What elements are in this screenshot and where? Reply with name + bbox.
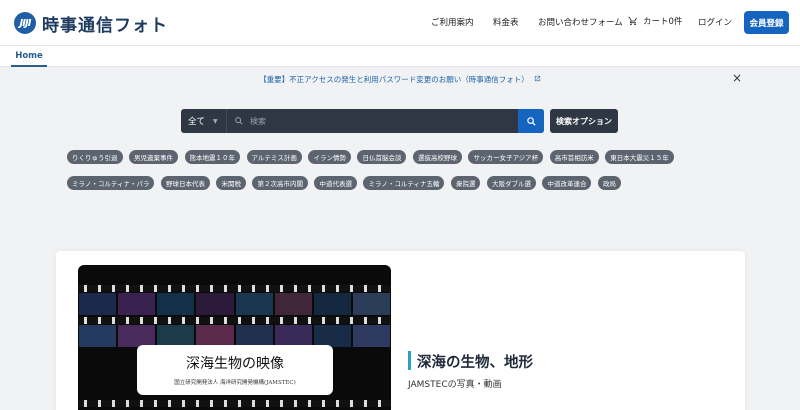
tag-row: ミラノ・コルティナ・パラ 野球日本代表 米関税 第２次高市内閣 中道代表選 ミラ… [67,176,737,190]
close-icon[interactable]: × [731,72,743,84]
top-header: JIJI 時事通信フォト ご利用案内 料金表 お問い合わせフォーム カート0件 … [0,0,800,46]
image-subtitle: 国立研究開発法人 海洋研究開発機構(JAMSTEC) [174,380,296,386]
tag-chip[interactable]: 中道改革連合 [542,176,592,190]
feature-card[interactable]: 深海生物の映像 国立研究開発法人 海洋研究開発機構(JAMSTEC) 深海の生物… [56,251,745,410]
tag-chip[interactable]: 中道代表選 [314,176,357,190]
login-link[interactable]: ログイン [698,16,732,28]
search-icon [235,117,243,125]
jiji-logo-icon: JIJI [14,12,36,34]
film-frames [78,293,391,315]
search-scope-value: 全て [188,117,206,127]
cart-link[interactable]: カート0件 [628,15,682,27]
signup-button[interactable]: 会員登録 [744,11,789,34]
site-logo[interactable]: JIJI 時事通信フォト [14,10,168,36]
search-bar: 全て ▼ [181,109,544,133]
film-strip [78,317,391,324]
search-field[interactable] [228,109,518,133]
tag-chip[interactable]: 野球日本代表 [160,176,210,190]
film-strip [78,285,391,292]
nav-guide-link[interactable]: ご利用案内 [431,16,474,28]
tag-chip[interactable]: 日仏首脳会談 [357,150,407,164]
trending-tags: りくりゅう引退 男児遺棄事件 熊本地震１０年 アルテミス計画 イラン情勢 日仏首… [67,150,737,202]
feature-title[interactable]: 深海の生物、地形 [417,351,533,372]
tag-chip[interactable]: 選抜高校野球 [412,150,462,164]
nav-contact-link[interactable]: お問い合わせフォーム [538,16,623,28]
tag-row: りくりゅう引退 男児遺棄事件 熊本地震１０年 アルテミス計画 イラン情勢 日仏首… [67,150,737,164]
search-button[interactable] [518,109,544,133]
cart-label: カート0件 [643,17,683,27]
tag-chip[interactable]: 熊本地震１０年 [184,150,240,164]
search-input[interactable] [250,116,500,126]
tag-chip[interactable]: 第２次高市内閣 [252,176,308,190]
external-link-icon [534,75,541,84]
tag-chip[interactable]: 衆院選 [450,176,481,190]
chevron-down-icon: ▼ [213,117,218,125]
search-scope-select[interactable]: 全て ▼ [181,109,227,133]
film-frames [78,325,391,347]
tab-home[interactable]: Home [11,46,47,67]
tag-chip[interactable]: 米関税 [216,176,246,190]
notice-text[interactable]: 【重要】不正アクセスの発生と利用パスワード変更のお願い（時事通信フォト） [259,74,529,85]
notice-banner[interactable]: 【重要】不正アクセスの発生と利用パスワード変更のお願い（時事通信フォト） [0,70,800,88]
tag-chip[interactable]: 高市首相訪米 [549,150,599,164]
tag-chip[interactable]: りくりゅう引退 [67,150,123,164]
tag-chip[interactable]: アルテミス計画 [246,150,302,164]
image-caption: 深海生物の映像 国立研究開発法人 海洋研究開発機構(JAMSTEC) [137,345,333,395]
search-options-button[interactable]: 検索オプション [550,109,618,133]
tag-chip[interactable]: サッカー女子アジア杯 [468,150,544,164]
logo-text: 時事通信フォト [42,15,168,36]
tag-chip[interactable]: 政局 [597,176,621,190]
title-accent-bar [408,351,411,370]
tag-chip[interactable]: ミラノ・コルティナ五輪 [363,176,445,190]
cart-icon [628,16,637,26]
tag-chip[interactable]: イラン情勢 [308,150,351,164]
feature-subtitle: JAMSTECの写真・動画 [408,380,502,390]
tab-bar: Home [0,46,800,67]
feature-image[interactable]: 深海生物の映像 国立研究開発法人 海洋研究開発機構(JAMSTEC) [78,265,391,410]
nav-pricing-link[interactable]: 料金表 [493,16,519,28]
tag-chip[interactable]: 男児遺棄事件 [129,150,178,164]
film-strip [78,400,391,407]
image-title: 深海生物の映像 [186,356,284,372]
search-icon [526,116,536,126]
tag-chip[interactable]: 東日本大震災１５年 [605,150,674,164]
tag-chip[interactable]: ミラノ・コルティナ・パラ [67,176,155,190]
tag-chip[interactable]: 大阪ダブル選 [486,176,536,190]
